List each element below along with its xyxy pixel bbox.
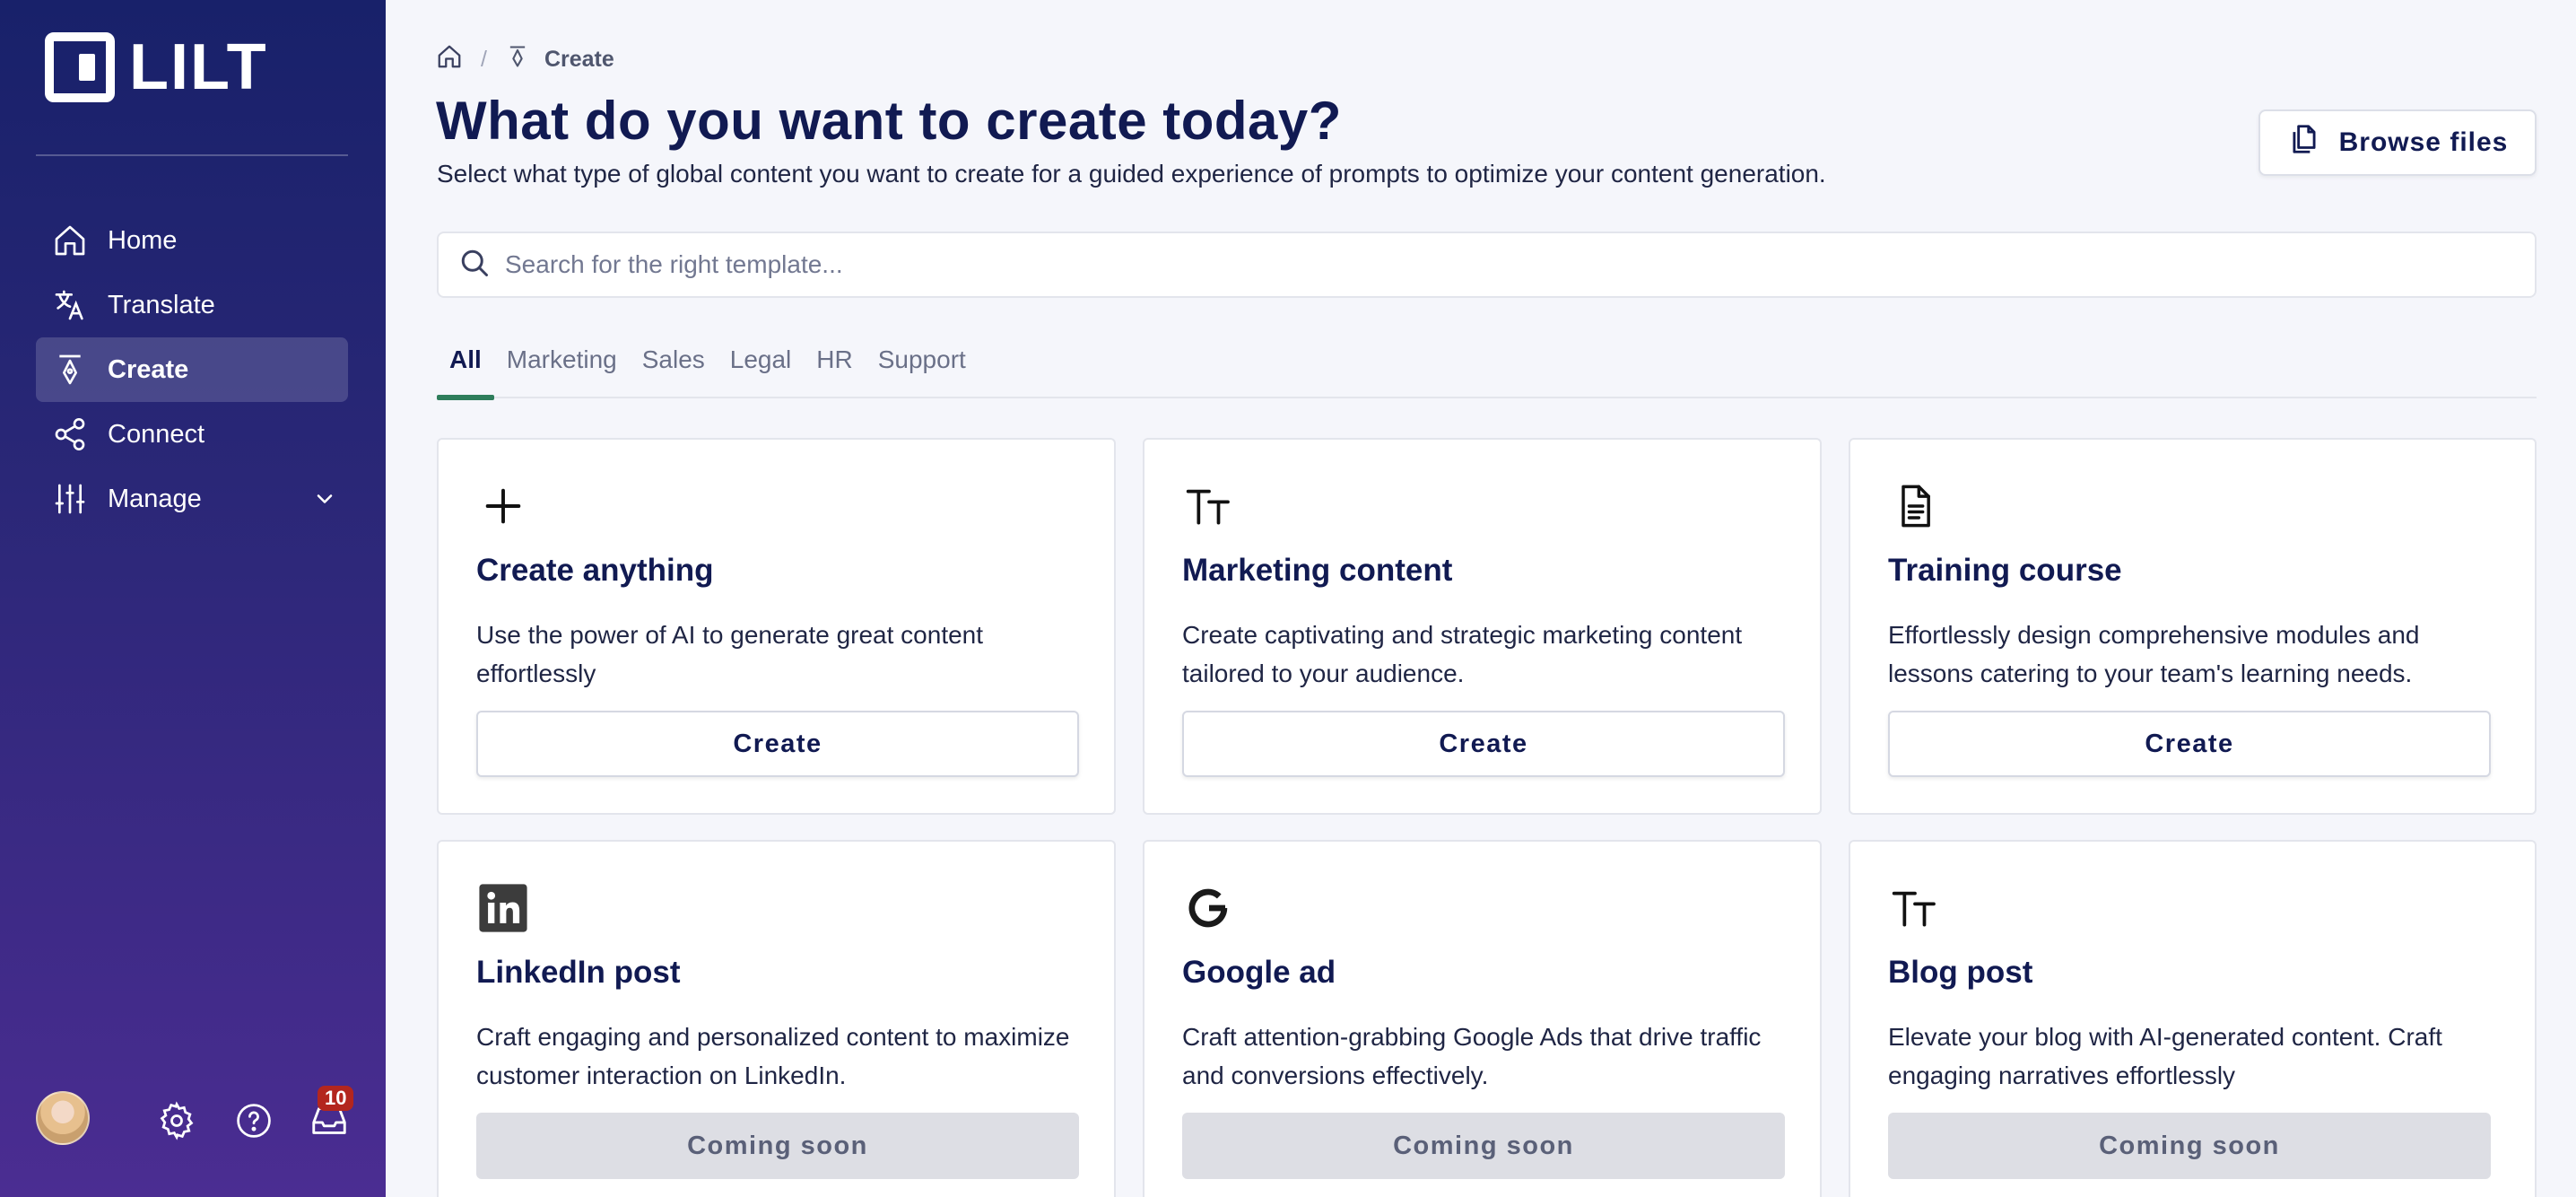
tab-marketing[interactable]: Marketing [494, 337, 630, 398]
chevron-down-icon[interactable] [312, 486, 337, 519]
create-button[interactable]: Create [1182, 711, 1785, 777]
sidebar-footer: 10 [36, 1086, 359, 1149]
coming-soon-button[interactable]: Coming soon [1888, 1113, 2491, 1179]
sidebar-item-create[interactable]: Create [36, 337, 348, 402]
document-icon [1888, 479, 1942, 533]
card-description: Craft attention-grabbing Google Ads that… [1182, 1023, 1762, 1089]
sidebar-item-connect[interactable]: Connect [36, 402, 348, 467]
pen-nib-icon [505, 44, 530, 75]
template-card-training-course: Training course Effortlessly design comp… [1849, 438, 2537, 815]
translate-icon [50, 285, 90, 325]
sidebar-item-home[interactable]: Home [36, 208, 348, 273]
sidebar-item-label: Create [108, 354, 189, 384]
gear-icon[interactable] [156, 1100, 197, 1141]
home-icon [50, 221, 90, 260]
page-subtitle: Select what type of global content you w… [437, 160, 1826, 188]
sidebar-item-label: Translate [108, 290, 215, 319]
sidebar: LILT Home Translate Create Connect Manag… [0, 0, 386, 1197]
browse-files-button[interactable]: Browse files [2258, 109, 2537, 176]
logo-mark-icon [45, 32, 115, 102]
tab-support[interactable]: Support [866, 337, 979, 398]
card-title: LinkedIn post [476, 955, 681, 990]
sidebar-item-label: Home [108, 225, 178, 255]
card-description: Effortlessly design comprehensive module… [1888, 621, 2420, 687]
pen-nib-icon [50, 350, 90, 389]
share-nodes-icon [50, 415, 90, 454]
card-title: Create anything [476, 553, 714, 588]
sidebar-nav: Home Translate Create Connect Manage [36, 208, 348, 531]
plus-icon [476, 479, 530, 533]
card-description: Craft engaging and personalized content … [476, 1023, 1070, 1089]
main-content: / Create What do you want to create toda… [386, 0, 2576, 1197]
sliders-icon [50, 479, 90, 519]
help-icon[interactable] [233, 1100, 274, 1141]
card-title: Blog post [1888, 955, 2033, 990]
breadcrumb: / Create [436, 43, 614, 76]
create-button[interactable]: Create [1888, 711, 2491, 777]
card-title: Training course [1888, 553, 2122, 588]
notification-badge: 10 [318, 1086, 354, 1111]
avatar[interactable] [36, 1091, 90, 1145]
category-tabs: All Marketing Sales Legal HR Support [437, 337, 2537, 400]
create-button[interactable]: Create [476, 711, 1079, 777]
search-input[interactable] [505, 250, 2478, 279]
sidebar-divider [36, 154, 348, 156]
sidebar-item-translate[interactable]: Translate [36, 273, 348, 337]
card-description: Use the power of AI to generate great co… [476, 621, 984, 687]
template-card-linkedin-post: LinkedIn post Craft engaging and persona… [437, 840, 1116, 1197]
card-title: Marketing content [1182, 553, 1453, 588]
breadcrumb-separator: / [481, 47, 487, 72]
text-size-icon [1888, 881, 1942, 935]
home-icon[interactable] [436, 43, 463, 76]
search-icon [458, 247, 491, 284]
logo-text: LILT [129, 31, 268, 103]
coming-soon-button[interactable]: Coming soon [1182, 1113, 1785, 1179]
breadcrumb-current: Create [544, 47, 614, 72]
tab-all[interactable]: All [437, 337, 494, 400]
linkedin-icon [476, 881, 530, 935]
template-card-marketing-content: Marketing content Create captivating and… [1143, 438, 1822, 815]
browse-files-label: Browse files [2338, 127, 2509, 157]
tab-legal[interactable]: Legal [718, 337, 805, 398]
search-bar [437, 232, 2537, 298]
template-card-create-anything: Create anything Use the power of AI to g… [437, 438, 1116, 815]
page-title: What do you want to create today? [436, 91, 1342, 151]
sidebar-item-label: Connect [108, 419, 205, 449]
template-card-blog-post: Blog post Elevate your blog with AI-gene… [1849, 840, 2537, 1197]
lilt-logo[interactable]: LILT [45, 32, 268, 102]
card-description: Elevate your blog with AI-generated cont… [1888, 1023, 2442, 1089]
text-size-icon [1182, 479, 1236, 533]
coming-soon-button[interactable]: Coming soon [476, 1113, 1079, 1179]
files-icon [2287, 122, 2321, 163]
card-title: Google ad [1182, 955, 1336, 990]
sidebar-item-label: Manage [108, 484, 202, 513]
tab-sales[interactable]: Sales [630, 337, 718, 398]
card-description: Create captivating and strategic marketi… [1182, 621, 1743, 687]
tab-hr[interactable]: HR [804, 337, 865, 398]
sidebar-item-manage[interactable]: Manage [36, 467, 348, 531]
google-icon [1182, 881, 1236, 935]
template-card-google-ad: Google ad Craft attention-grabbing Googl… [1143, 840, 1822, 1197]
